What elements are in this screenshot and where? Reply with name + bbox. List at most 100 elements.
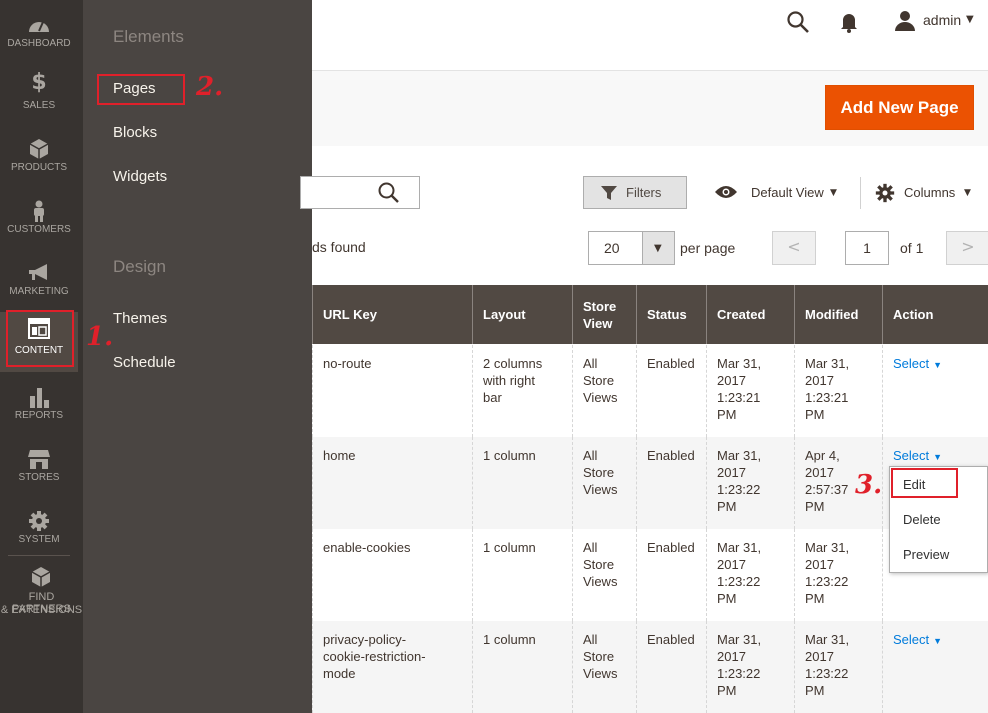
per-page-label: per page	[680, 240, 736, 256]
admin-screen: DASHBOARD $ SALES PRODUCTS CUSTOMERS MAR…	[0, 0, 988, 713]
per-page-toggle[interactable]: ▼	[642, 231, 675, 265]
action-select-link[interactable]: Select ▼	[893, 356, 942, 371]
column-header-action: Action	[882, 285, 988, 344]
user-menu-name[interactable]: admin	[923, 12, 961, 28]
column-header-store-view[interactable]: Store View	[572, 285, 636, 344]
records-found-text: ds found	[312, 239, 366, 255]
action-select-link[interactable]: Select ▼	[893, 632, 942, 647]
notifications-bell-icon[interactable]	[838, 11, 860, 33]
cell-text: 1:23:21	[717, 390, 761, 405]
default-view-dropdown[interactable]: Default View	[751, 185, 824, 200]
cell-modified: Mar 31, 2017 1:23:22 PM	[794, 621, 882, 713]
filters-button[interactable]: Filters	[583, 176, 687, 209]
cell-text: 2017	[805, 373, 834, 388]
cell-text: with right	[483, 373, 536, 388]
cell-url-key: enable-cookies	[312, 529, 472, 621]
cell-action: Select ▼	[882, 621, 988, 713]
cell-text: 1:23:22	[717, 482, 761, 497]
nav-item-customers[interactable]: CUSTOMERS	[0, 192, 78, 254]
nav-label-reports: REPORTS	[14, 410, 64, 421]
submenu-link-widgets[interactable]: Widgets	[113, 168, 167, 185]
nav-item-stores[interactable]: STORES	[0, 440, 78, 502]
submenu-link-themes[interactable]: Themes	[113, 310, 167, 327]
cell-status: Enabled	[636, 529, 706, 621]
columns-caret-icon[interactable]: ▼	[964, 188, 971, 198]
bar-chart-icon	[30, 388, 49, 408]
cell-text: PM	[805, 407, 825, 422]
action-select-link[interactable]: Select ▼	[893, 448, 942, 463]
cell-text: PM	[805, 591, 825, 606]
previous-page-button[interactable]: <	[772, 231, 816, 265]
submenu-link-blocks[interactable]: Blocks	[113, 124, 157, 141]
nav-item-reports[interactable]: REPORTS	[0, 378, 78, 440]
view-caret-icon[interactable]: ▼	[830, 188, 837, 198]
nav-item-sales[interactable]: $ SALES	[0, 68, 78, 130]
column-header-url-key[interactable]: URL Key	[312, 285, 472, 344]
columns-dropdown[interactable]: Columns	[904, 185, 955, 200]
cell-text: privacy-policy-	[323, 632, 407, 647]
cell-layout: 1 column	[472, 529, 572, 621]
columns-gear-icon[interactable]	[875, 183, 895, 203]
cell-text: PM	[717, 591, 737, 606]
total-pages-text: of 1	[900, 240, 924, 256]
cell-store: All Store Views	[572, 621, 636, 713]
cell-text: Apr 4,	[805, 448, 840, 463]
cell-layout: 1 column	[472, 621, 572, 713]
column-header-created[interactable]: Created	[706, 285, 794, 344]
cell-text: Store	[583, 373, 615, 388]
nav-label-products: PRODUCTS	[10, 162, 68, 173]
keyword-search-input[interactable]	[300, 176, 420, 209]
nav-label-marketing: MARKETING	[9, 286, 69, 297]
cell-created: Mar 31, 2017 1:23:22 PM	[706, 621, 794, 713]
cell-text: 1:23:22	[805, 574, 849, 589]
nav-label-customers: CUSTOMERS	[7, 224, 71, 235]
current-page-input[interactable]: 1	[845, 231, 889, 265]
eye-icon[interactable]	[714, 184, 738, 200]
cell-text: bar	[483, 390, 502, 405]
user-menu-caret-icon[interactable]: ▼	[966, 14, 974, 25]
cell-url-key: privacy-policy-cookie-restriction-mode	[312, 621, 472, 713]
action-select-label: Select	[893, 632, 930, 647]
cell-text: PM	[717, 683, 737, 698]
add-new-page-button[interactable]: Add New Page	[825, 85, 974, 130]
cell-text: no-route	[323, 356, 372, 371]
column-header-layout[interactable]: Layout	[472, 285, 572, 344]
cell-text: 1 column	[483, 632, 536, 647]
nav-item-marketing[interactable]: MARKETING	[0, 254, 78, 316]
action-preview[interactable]: Preview	[903, 547, 949, 562]
store-view-line-2: View	[583, 315, 613, 331]
cell-text: cookie-restriction-	[323, 649, 426, 664]
action-select-label: Select	[893, 448, 930, 463]
nav-label-system: SYSTEM	[18, 534, 60, 545]
user-icon[interactable]	[893, 10, 917, 32]
per-page-value: 20	[604, 240, 620, 256]
funnel-icon	[601, 186, 617, 200]
cell-text: Mar 31,	[805, 632, 850, 647]
cell-url-key: home	[312, 437, 472, 529]
cell-text: 2017	[805, 557, 834, 572]
table-row[interactable]: enable-cookies 1 column All Store Views Enabl…	[312, 529, 988, 621]
cell-text: All	[583, 540, 598, 555]
table-row[interactable]: privacy-policy-cookie-restriction-mode 1 …	[312, 621, 988, 713]
person-icon	[34, 200, 44, 222]
submenu-heading-design: Design	[113, 257, 166, 276]
submenu-link-schedule[interactable]: Schedule	[113, 354, 176, 371]
cell-text: 2017	[717, 465, 746, 480]
cell-url-key: no-route	[312, 345, 472, 437]
action-delete[interactable]: Delete	[903, 512, 941, 527]
column-header-status[interactable]: Status	[636, 285, 706, 344]
cell-layout: 1 column	[472, 437, 572, 529]
megaphone-icon	[29, 264, 47, 280]
table-row[interactable]: home 1 column All Store Views Enabled Mar 31, 2…	[312, 437, 988, 529]
table-row[interactable]: no-route 2 columns with right bar All Store Vi…	[312, 345, 988, 437]
cell-text: 1:23:22	[717, 666, 761, 681]
nav-item-partners[interactable]: FIND PARTNERS & EXTENSIONS	[0, 563, 83, 623]
next-page-button[interactable]: >	[946, 231, 988, 265]
cell-text: Enabled	[647, 540, 695, 555]
column-header-modified[interactable]: Modified	[794, 285, 882, 344]
search-icon[interactable]	[377, 181, 401, 205]
nav-item-dashboard[interactable]: DASHBOARD	[0, 6, 78, 68]
annotation-box-content	[6, 310, 74, 367]
nav-item-products[interactable]: PRODUCTS	[0, 130, 78, 192]
global-search-icon[interactable]	[786, 10, 810, 34]
